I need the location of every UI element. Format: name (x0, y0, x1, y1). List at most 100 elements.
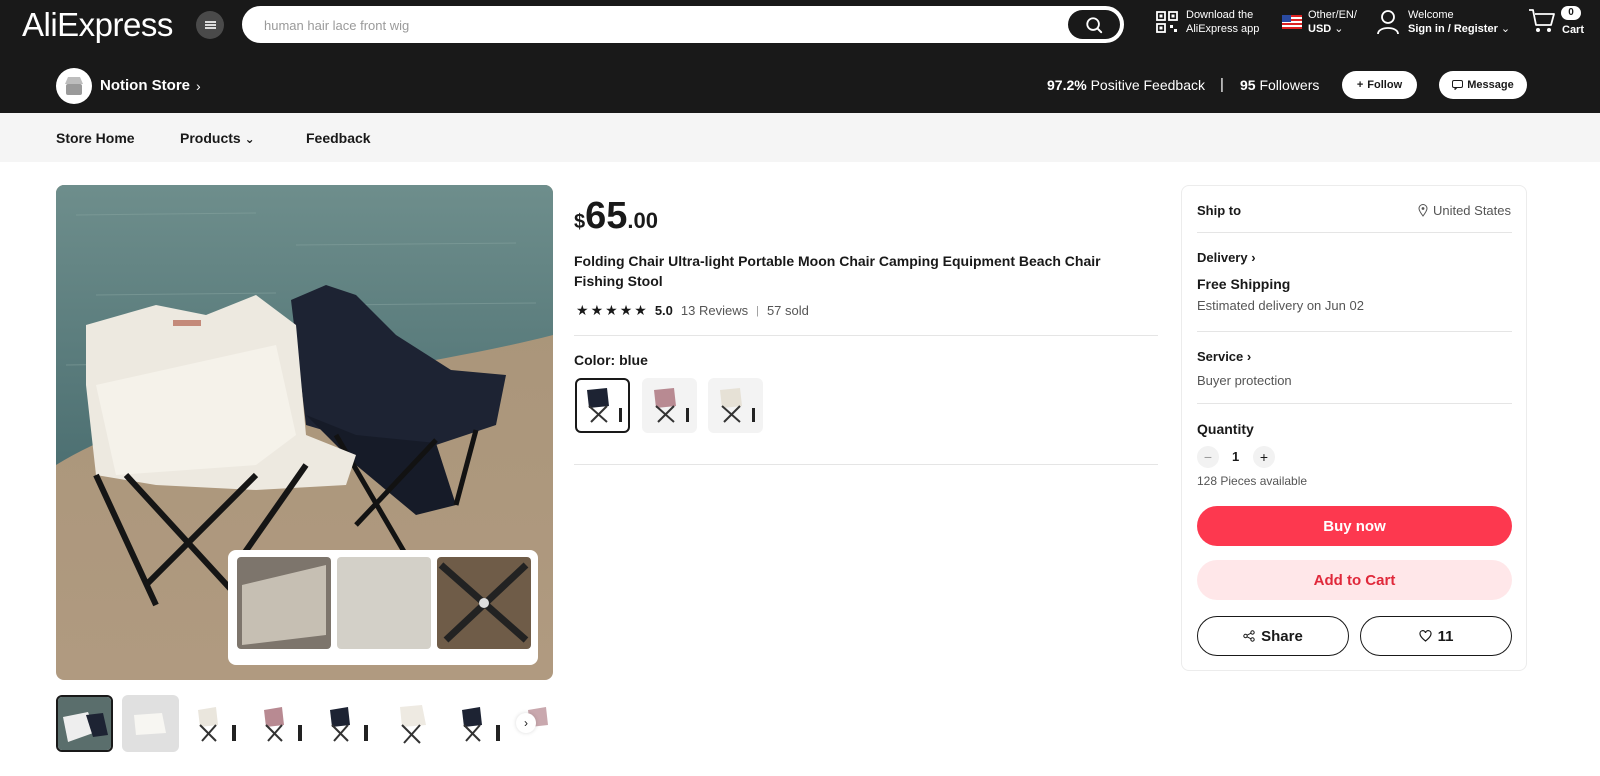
follow-button[interactable]: + Follow (1342, 71, 1417, 99)
ship-location[interactable]: United States (1418, 203, 1511, 218)
nav-products[interactable]: Products ⌄ (180, 130, 255, 146)
add-to-cart-button[interactable]: Add to Cart (1197, 560, 1512, 600)
cart-link[interactable]: 0 Cart (1528, 6, 1584, 36)
price-decimal: .00 (627, 208, 658, 233)
price-currency: $ (574, 211, 586, 233)
search-input[interactable] (264, 14, 1024, 36)
chevron-right-icon: › (1246, 349, 1252, 364)
color-swatch-pink[interactable] (642, 378, 697, 433)
stat-divider: | (1220, 76, 1224, 93)
quantity-decrease-button[interactable]: − (1197, 446, 1219, 468)
thumbnail-6[interactable] (386, 695, 443, 752)
cart-label: Cart (1562, 24, 1585, 36)
estimated-delivery: Estimated delivery on Jun 02 (1197, 298, 1364, 313)
location-pin-icon (1418, 204, 1428, 217)
buy-now-button[interactable]: Buy now (1197, 506, 1512, 546)
thumbnail-2[interactable] (122, 695, 179, 752)
main-product-image[interactable] (56, 185, 553, 680)
qr-code-icon (1156, 11, 1178, 33)
thumbnail-1[interactable] (56, 695, 113, 752)
followers-label: Followers (1259, 77, 1320, 93)
currency-label: USD (1308, 23, 1332, 35)
message-button[interactable]: Message (1439, 71, 1527, 99)
top-header: AliExpress Download the AliExpress app Ot… (0, 0, 1600, 113)
review-count[interactable]: 13 Reviews (681, 303, 748, 318)
store-avatar[interactable] (56, 68, 92, 104)
followers-value: 95 (1240, 77, 1256, 93)
menu-button[interactable] (196, 11, 224, 39)
store-nav: Store Home Products ⌄ Feedback (0, 113, 1600, 162)
star-icon: ★ (605, 302, 618, 318)
plus-icon: + (1356, 79, 1364, 91)
location-text: United States (1432, 203, 1511, 218)
quantity-increase-button[interactable]: + (1253, 446, 1275, 468)
sign-in-link[interactable]: Sign in / Register (1408, 23, 1498, 35)
store-feedback: 97.2% Positive Feedback (1047, 77, 1205, 93)
welcome-text: Welcome (1408, 9, 1454, 21)
rating-score: 5.0 (654, 303, 673, 318)
rating-divider: | (756, 304, 759, 317)
wishlist-button[interactable]: 11 (1360, 616, 1512, 656)
delivery-link[interactable]: Delivery › (1197, 250, 1256, 265)
nav-feedback[interactable]: Feedback (306, 130, 371, 146)
app-line-2: AliExpress app (1186, 23, 1260, 35)
cart-count-badge: 0 (1561, 6, 1581, 20)
star-icon: ★ (576, 302, 589, 318)
download-app-link[interactable]: Download the AliExpress app (1156, 8, 1259, 36)
divider (574, 335, 1158, 336)
follow-label: Follow (1367, 79, 1403, 91)
heart-icon (1418, 630, 1432, 642)
us-flag-icon (1282, 15, 1302, 29)
feedback-label: Positive Feedback (1090, 77, 1205, 93)
service-label: Service (1197, 349, 1244, 364)
thumbnail-strip (56, 695, 553, 753)
share-label: Share (1261, 627, 1303, 645)
cart-icon (1529, 9, 1555, 32)
chevron-down-icon: ⌄ (1334, 23, 1344, 35)
chevron-right-icon[interactable]: › (196, 78, 201, 94)
thumbnail-4[interactable] (254, 695, 311, 752)
thumbnail-5[interactable] (320, 695, 377, 752)
product-rating[interactable]: ★ ★ ★ ★ ★ 5.0 13 Reviews | 57 sold (576, 302, 809, 319)
share-icon (1243, 630, 1255, 642)
nav-products-label: Products (180, 130, 241, 146)
lang-line-1: Other/EN/ (1308, 9, 1357, 21)
store-followers: 95 Followers (1240, 77, 1319, 93)
thumbnail-3[interactable] (188, 695, 245, 752)
search-icon (1086, 16, 1103, 33)
color-swatch-white[interactable] (708, 378, 763, 433)
message-label: Message (1467, 79, 1514, 91)
thumbnail-7[interactable] (452, 695, 509, 752)
color-label: Color: blue (574, 352, 648, 368)
divider (574, 464, 1158, 465)
chat-icon (1452, 80, 1464, 90)
language-currency-selector[interactable]: Other/EN/USD ⌄ (1282, 8, 1357, 36)
chevron-right-icon[interactable]: › (516, 713, 536, 733)
store-name[interactable]: Notion Store (100, 77, 190, 94)
quantity-value[interactable]: 1 (1232, 449, 1239, 464)
ship-to-label: Ship to (1197, 203, 1242, 218)
service-link[interactable]: Service › (1197, 349, 1251, 364)
hamburger-icon (204, 21, 216, 29)
app-line-1: Download the (1186, 9, 1254, 21)
product-title: Folding Chair Ultra-light Portable Moon … (574, 253, 1101, 289)
share-button[interactable]: Share (1197, 616, 1349, 656)
color-swatch-blue[interactable] (575, 378, 630, 433)
delivery-label: Delivery (1197, 250, 1248, 265)
product-photo (56, 185, 553, 680)
chevron-down-icon: ⌄ (244, 132, 255, 146)
star-icon: ★ (634, 302, 647, 318)
divider (1197, 331, 1512, 332)
star-icon: ★ (590, 302, 604, 318)
nav-store-home[interactable]: Store Home (56, 130, 135, 146)
feedback-value: 97.2% (1047, 77, 1087, 93)
aliexpress-logo[interactable]: AliExpress (22, 6, 173, 44)
chevron-down-icon: ⌄ (1500, 23, 1511, 35)
quantity-label: Quantity (1197, 421, 1254, 437)
sold-count: 57 sold (766, 303, 809, 318)
store-icon (65, 77, 83, 95)
chevron-right-icon: › (1251, 250, 1256, 265)
star-icon: ★ (619, 302, 633, 318)
account-menu[interactable]: Welcome Sign in / Register ⌄ (1376, 8, 1510, 36)
search-button[interactable] (1068, 10, 1120, 39)
